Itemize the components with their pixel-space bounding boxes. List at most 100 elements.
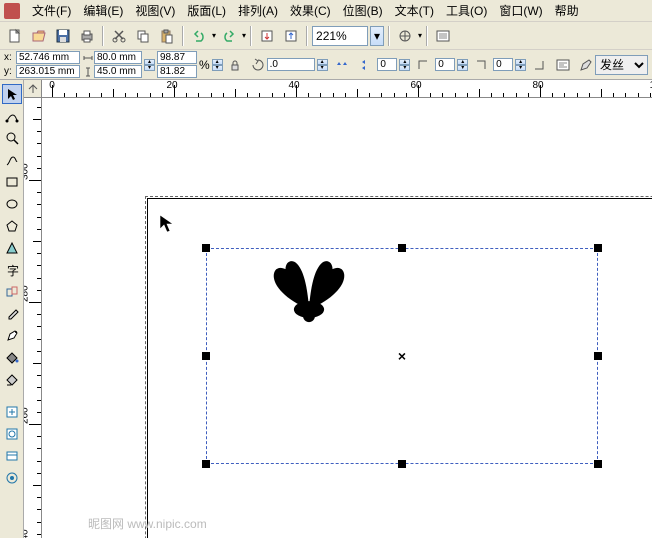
snap-dropdown[interactable]: ▾ xyxy=(418,31,422,40)
undo-dropdown[interactable]: ▾ xyxy=(212,31,216,40)
width-input[interactable] xyxy=(94,51,142,64)
copy-button[interactable] xyxy=(132,25,154,47)
text-tool[interactable]: 字 xyxy=(2,260,22,280)
mirror-v-button[interactable] xyxy=(355,54,376,76)
zoom-dropdown[interactable]: ▾ xyxy=(370,26,384,46)
freehand-tool[interactable] xyxy=(2,150,22,170)
dup-x2-input[interactable] xyxy=(493,58,513,71)
menu-edit[interactable]: 编辑(E) xyxy=(77,0,129,21)
export-button[interactable] xyxy=(280,25,302,47)
aux-tool-1[interactable] xyxy=(2,402,22,422)
aux-tool-4[interactable] xyxy=(2,468,22,488)
interactive-fill-tool[interactable] xyxy=(2,370,22,390)
corner-tl-button[interactable] xyxy=(412,54,433,76)
separator xyxy=(306,26,308,46)
lock-ratio-button[interactable] xyxy=(225,54,246,76)
redo-button[interactable] xyxy=(218,25,240,47)
snap-button[interactable] xyxy=(394,25,416,47)
aux-tool-3[interactable] xyxy=(2,446,22,466)
import-button[interactable] xyxy=(256,25,278,47)
corner-br-button[interactable] xyxy=(528,54,549,76)
separator xyxy=(426,26,428,46)
resize-handle-sw[interactable] xyxy=(202,460,210,468)
menu-view[interactable]: 视图(V) xyxy=(129,0,181,21)
size-spinner[interactable]: ▴▾ xyxy=(144,59,155,71)
menu-arrange[interactable]: 排列(A) xyxy=(232,0,284,21)
print-button[interactable] xyxy=(76,25,98,47)
menu-bitmap[interactable]: 位图(B) xyxy=(337,0,389,21)
separator xyxy=(250,26,252,46)
app-logo-icon xyxy=(4,3,20,19)
rotation-icon xyxy=(250,57,265,73)
new-button[interactable] xyxy=(4,25,26,47)
resize-handle-se[interactable] xyxy=(594,460,602,468)
menu-effects[interactable]: 效果(C) xyxy=(284,0,337,21)
redo-dropdown[interactable]: ▾ xyxy=(242,31,246,40)
rotation-input[interactable] xyxy=(267,58,315,71)
options-button[interactable] xyxy=(432,25,454,47)
x-label: x: xyxy=(4,52,16,63)
dup-x2-spinner[interactable]: ▴▾ xyxy=(515,59,526,71)
shape-tool[interactable] xyxy=(2,106,22,126)
resize-handle-s[interactable] xyxy=(398,460,406,468)
basic-shapes-tool[interactable] xyxy=(2,238,22,258)
height-icon xyxy=(82,66,94,78)
menu-layout[interactable]: 版面(L) xyxy=(181,0,232,21)
selection-bounding-box[interactable]: × xyxy=(206,248,598,464)
aux-tool-2[interactable] xyxy=(2,424,22,444)
resize-handle-ne[interactable] xyxy=(594,244,602,252)
svg-text:字: 字 xyxy=(7,263,19,277)
standard-toolbar: ▾ ▾ ▾ ▾ xyxy=(0,22,652,50)
dup-x-spinner[interactable]: ▴▾ xyxy=(399,59,410,71)
canvas[interactable]: × 昵图网 www.nipic.com xyxy=(42,98,652,538)
y-label: y: xyxy=(4,66,16,77)
cut-button[interactable] xyxy=(108,25,130,47)
ruler-origin[interactable] xyxy=(24,80,42,98)
resize-handle-n[interactable] xyxy=(398,244,406,252)
menu-window[interactable]: 窗口(W) xyxy=(493,0,548,21)
height-input[interactable] xyxy=(94,65,142,78)
blend-tool[interactable] xyxy=(2,282,22,302)
dup-x-input[interactable] xyxy=(377,58,397,71)
vertical-ruler[interactable]: 300280260240 xyxy=(24,98,42,538)
width-icon xyxy=(82,52,94,64)
ellipse-tool[interactable] xyxy=(2,194,22,214)
polygon-tool[interactable] xyxy=(2,216,22,236)
y-position-input[interactable] xyxy=(16,65,80,78)
x-position-input[interactable] xyxy=(16,51,80,64)
scale-spinner[interactable]: ▴▾ xyxy=(212,59,223,71)
save-button[interactable] xyxy=(52,25,74,47)
rotation-spinner[interactable]: ▴▾ xyxy=(317,59,328,71)
scale-x-input[interactable] xyxy=(157,51,197,64)
selected-object-fan-ornament[interactable] xyxy=(267,256,351,326)
corner-tr-button[interactable] xyxy=(470,54,491,76)
mirror-h-button[interactable] xyxy=(332,54,353,76)
rectangle-tool[interactable] xyxy=(2,172,22,192)
menu-help[interactable]: 帮助 xyxy=(549,0,585,21)
pick-tool[interactable] xyxy=(2,84,22,104)
outline-tool[interactable] xyxy=(2,326,22,346)
eyedropper-tool[interactable] xyxy=(2,304,22,324)
zoom-tool[interactable] xyxy=(2,128,22,148)
scale-y-input[interactable] xyxy=(157,65,197,78)
menu-text[interactable]: 文本(T) xyxy=(389,0,440,21)
zoom-input[interactable] xyxy=(312,26,368,46)
outline-width-select[interactable]: 发丝 xyxy=(595,55,648,75)
work-area: 字 020406080100 300280260240 xyxy=(0,80,652,538)
undo-button[interactable] xyxy=(188,25,210,47)
paste-button[interactable] xyxy=(156,25,178,47)
fill-tool[interactable] xyxy=(2,348,22,368)
open-button[interactable] xyxy=(28,25,50,47)
resize-handle-nw[interactable] xyxy=(202,244,210,252)
menu-file[interactable]: 文件(F) xyxy=(26,0,77,21)
watermark-text: 昵图网 www.nipic.com xyxy=(88,515,207,532)
separator xyxy=(388,26,390,46)
dup-y-input[interactable] xyxy=(435,58,455,71)
resize-handle-w[interactable] xyxy=(202,352,210,360)
selection-center-marker: × xyxy=(398,348,406,364)
resize-handle-e[interactable] xyxy=(594,352,602,360)
menu-tools[interactable]: 工具(O) xyxy=(440,0,493,21)
text-wrap-button[interactable] xyxy=(553,54,574,76)
horizontal-ruler[interactable]: 020406080100 xyxy=(42,80,652,98)
dup-y-spinner[interactable]: ▴▾ xyxy=(457,59,468,71)
